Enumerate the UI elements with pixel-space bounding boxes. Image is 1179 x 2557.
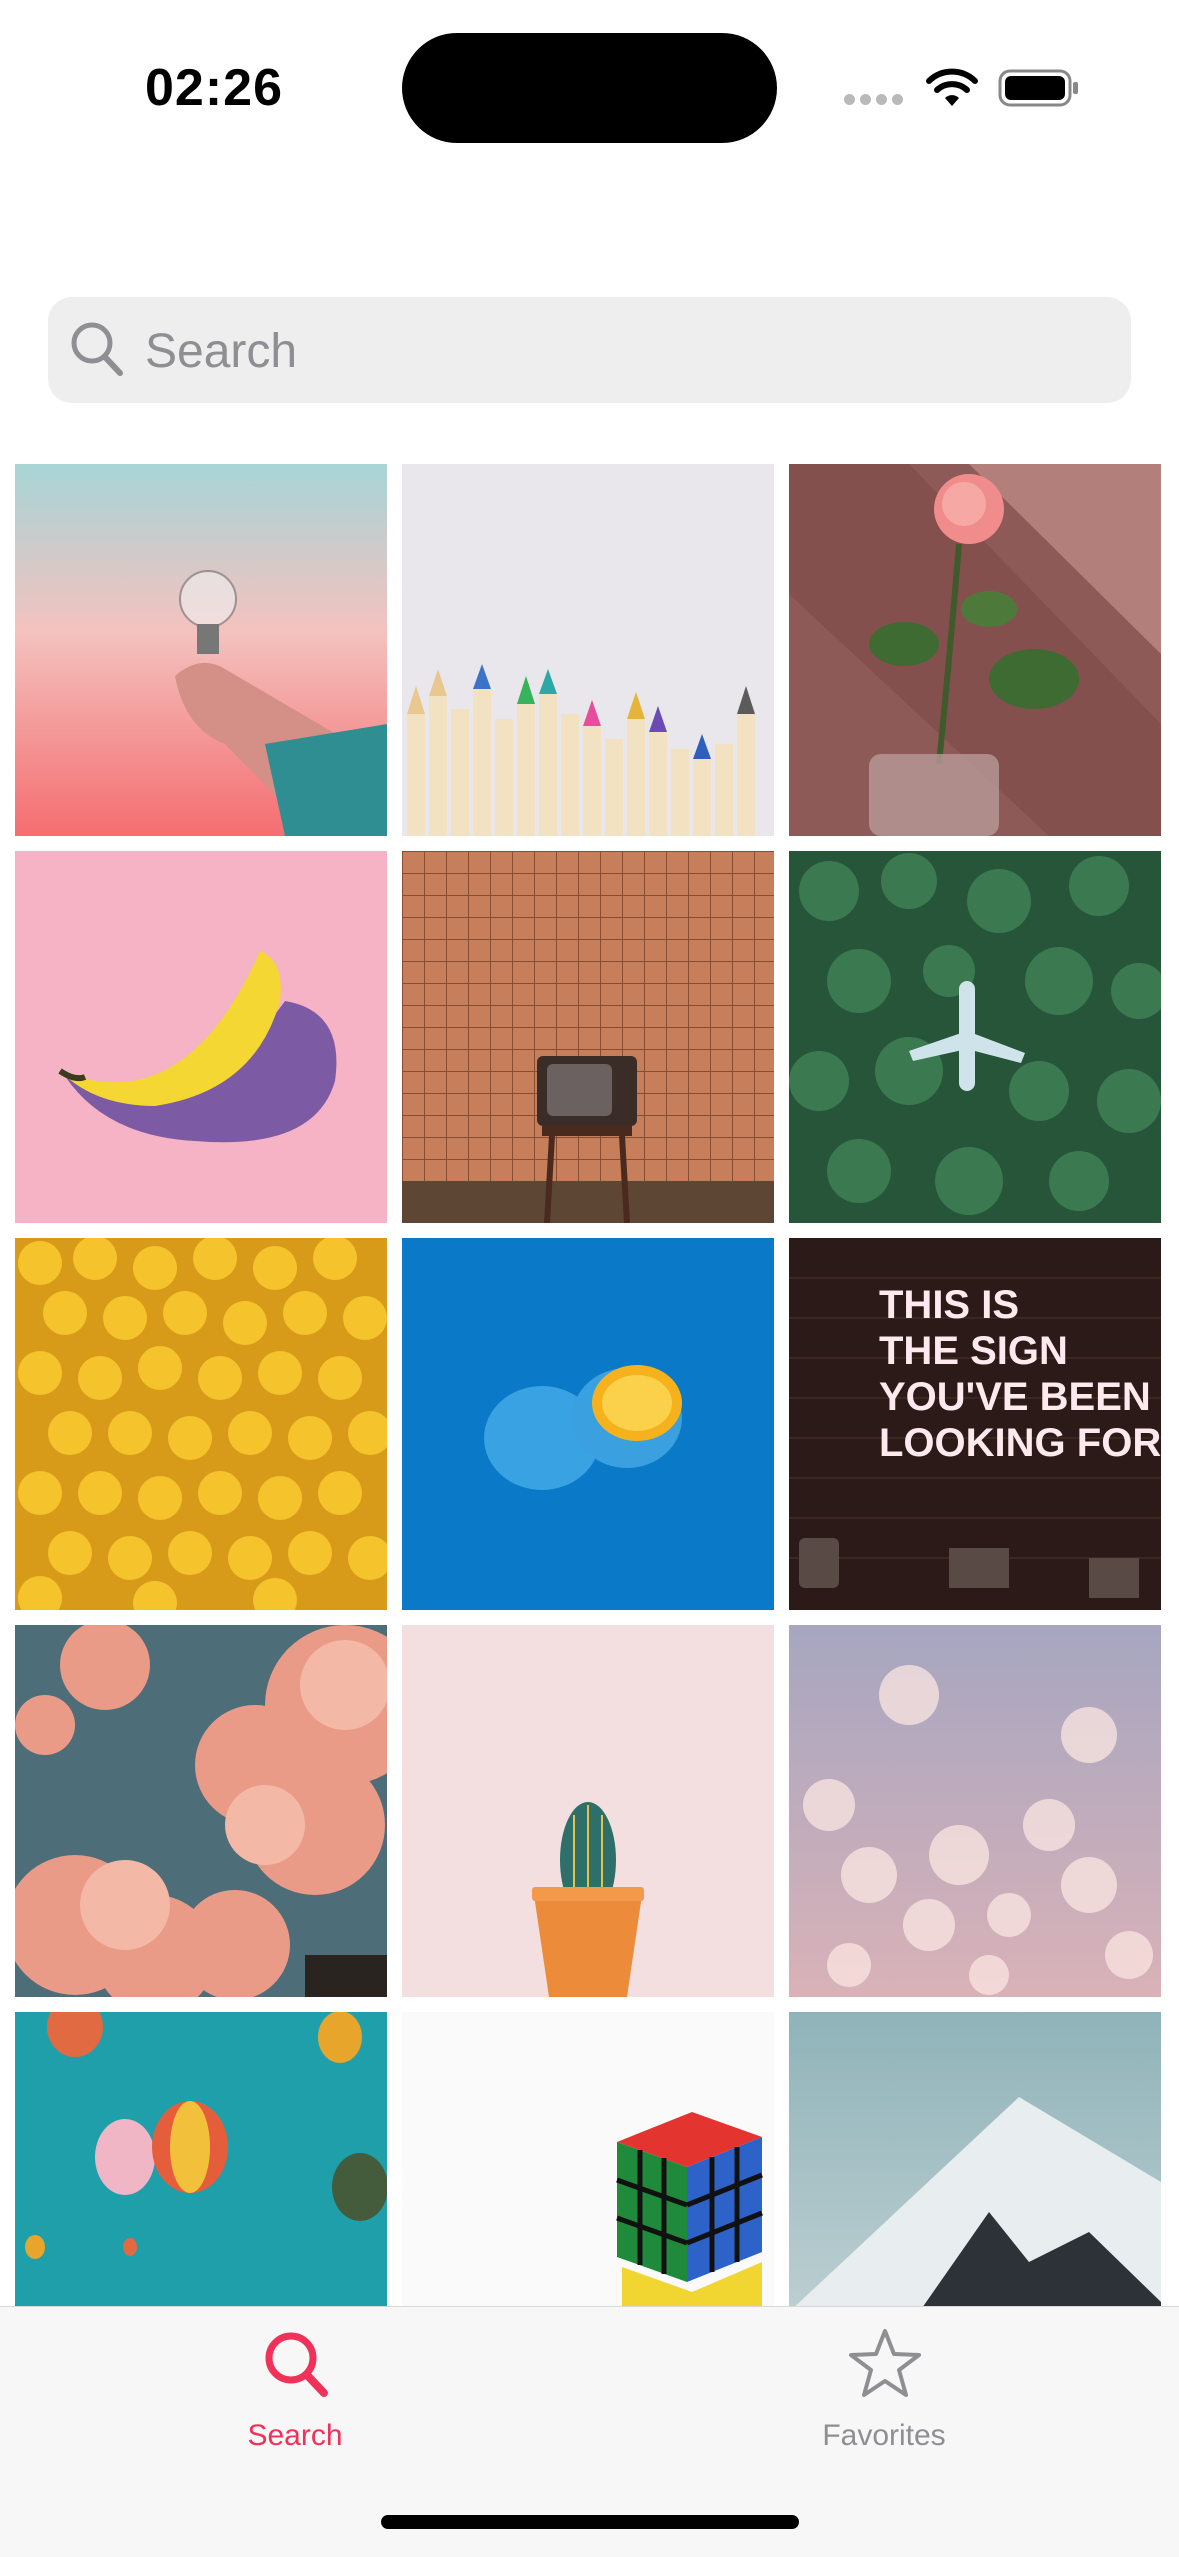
photo-tile-mountain[interactable] xyxy=(789,2012,1161,2306)
photo-tile-lightbulb[interactable] xyxy=(15,464,387,836)
tab-label-favorites: Favorites xyxy=(822,2419,946,2452)
photo-tile-rose[interactable] xyxy=(789,464,1161,836)
photo-tile-bokeh[interactable] xyxy=(789,1625,1161,1997)
photo-tile-balloons[interactable] xyxy=(15,2012,387,2306)
tab-bar: Search Favorites xyxy=(0,2306,1179,2557)
tab-label-search: Search xyxy=(247,2419,343,2452)
tab-search[interactable]: Search xyxy=(145,2307,445,2457)
photo-tile-pencils[interactable] xyxy=(402,464,774,836)
photo-tile-tv[interactable] xyxy=(402,851,774,1223)
tab-favorites[interactable]: Favorites xyxy=(734,2307,1034,2457)
home-indicator xyxy=(381,2515,799,2529)
neon-line-1: THIS IS xyxy=(879,1283,1019,1327)
magnifier-icon xyxy=(71,322,123,376)
search-icon xyxy=(265,2332,328,2397)
wifi-icon xyxy=(926,68,978,106)
battery-icon xyxy=(998,69,1078,107)
neon-line-4: LOOKING FOR xyxy=(879,1421,1161,1465)
dynamic-island xyxy=(402,33,777,143)
search-bar[interactable] xyxy=(48,297,1131,405)
photo-tile-banana[interactable] xyxy=(15,851,387,1223)
photo-tile-blue-orange[interactable] xyxy=(402,1238,774,1610)
photo-tile-cactus[interactable] xyxy=(402,1625,774,1997)
neon-line-2: THE SIGN xyxy=(879,1329,1068,1373)
status-time: 02:26 xyxy=(145,59,283,117)
photo-tile-airplane-forest[interactable] xyxy=(789,851,1161,1223)
photo-tile-neon-sign[interactable]: THIS IS THE SIGN YOU'VE BEEN LOOKING FOR xyxy=(789,1238,1161,1610)
star-icon xyxy=(849,2329,921,2397)
status-bar: 02:26 xyxy=(0,0,1179,175)
photo-grid: THIS IS THE SIGN YOU'VE BEEN LOOKING FOR xyxy=(15,464,1161,2306)
photo-tile-yellow-heads[interactable] xyxy=(15,1238,387,1610)
neon-line-3: YOU'VE BEEN xyxy=(879,1375,1151,1419)
photo-tile-rubiks-cube[interactable] xyxy=(402,2012,774,2306)
photo-tile-pink-clouds[interactable] xyxy=(15,1625,387,1997)
search-input[interactable] xyxy=(143,297,1107,405)
